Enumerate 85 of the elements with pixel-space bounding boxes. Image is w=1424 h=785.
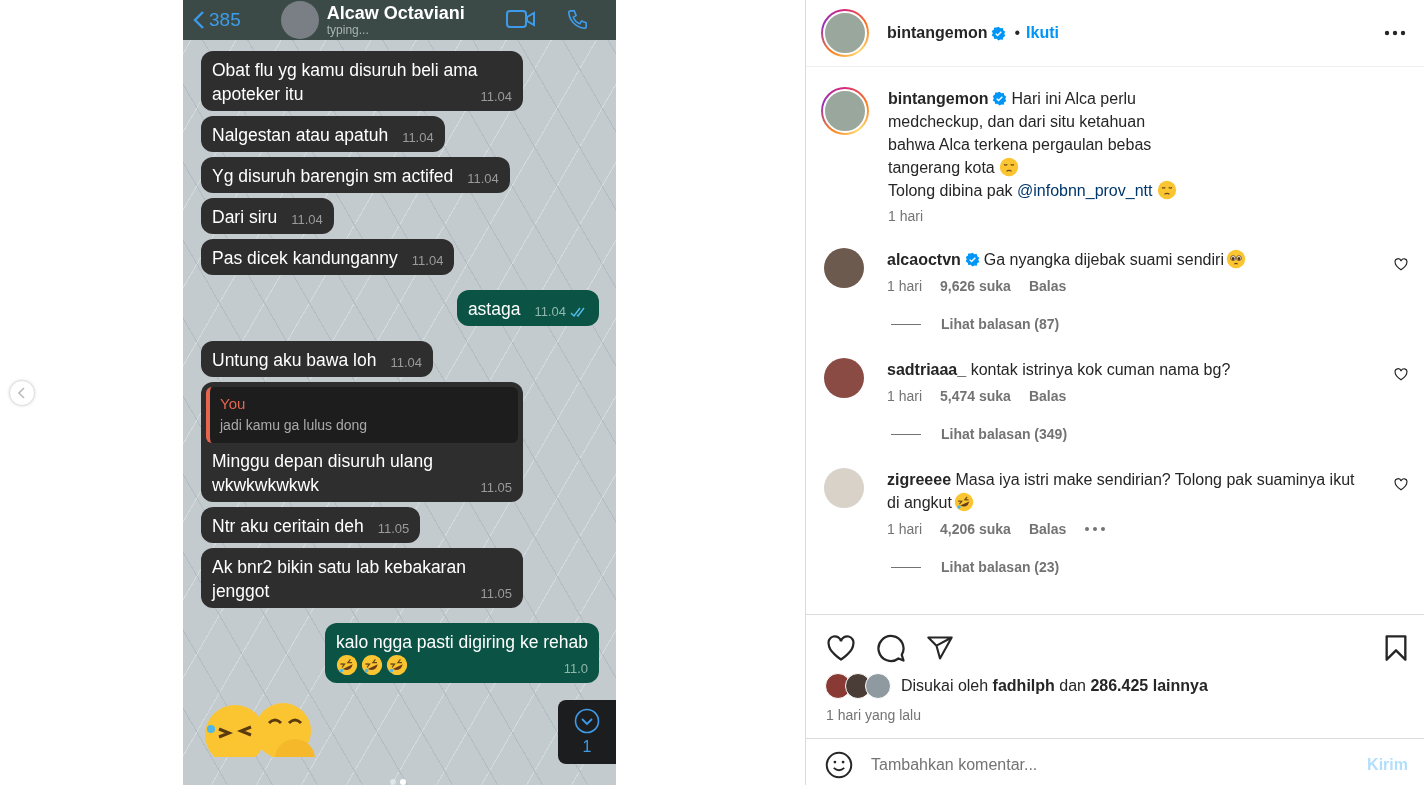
message-time: 11.05 <box>377 521 410 537</box>
message-time: 11.04 <box>402 130 434 146</box>
avatar-photo[interactable] <box>821 87 869 135</box>
chevron-left-icon <box>193 10 205 30</box>
message-text: Obat flu yg kamu disuruh beli ama apoteker itu <box>212 60 478 104</box>
follow-button[interactable]: Ikuti <box>1026 24 1059 42</box>
scroll-down-button[interactable]: 1 <box>558 700 616 764</box>
username-link[interactable]: bintangemon <box>888 90 989 107</box>
message-text: Untung aku bawa loh <box>212 350 377 370</box>
username-link[interactable]: bintangemon <box>887 24 988 42</box>
carousel-dot[interactable] <box>400 779 406 785</box>
view-replies-button[interactable]: Lihat balasan (23) <box>941 559 1060 575</box>
comment-text: sadtriaaa_ kontak istrinya kok cuman nama bg? <box>887 360 1232 380</box>
reply-button[interactable]: Balas <box>1028 278 1067 294</box>
separator-dot: • <box>1014 24 1021 42</box>
heart-icon[interactable] <box>1394 258 1408 271</box>
message-text: Minggu depan disuruh ulang wkwkwkwkwk <box>212 451 433 495</box>
phone-icon[interactable] <box>566 9 588 31</box>
laughing-face-icon <box>953 492 974 512</box>
message-time: 11.04 <box>390 355 422 371</box>
message-text: Dari siru <box>212 207 278 227</box>
like-count[interactable]: 5,474 suka <box>940 388 1011 404</box>
avatar-photo <box>280 1 319 39</box>
caption-text: bintangemon Hari ini Alca perlu medcheckup, dan dari situ ketahuan bahwa Alca terkena pergaulan bebas tangerang kota Tolong dibina pak @infobnn_prov_ntt <box>888 87 1188 202</box>
heart-icon[interactable] <box>1394 368 1408 381</box>
message-text: Pas dicek kandunganny <box>212 248 398 268</box>
message-time: 11.04 <box>534 304 566 320</box>
caption-time: 1 hari <box>888 208 925 224</box>
message-text: Ntr aku ceritain deh <box>212 516 364 536</box>
quote-text: jadi kamu ga lulus dong <box>220 416 369 435</box>
message-time: 11.0 <box>563 661 588 677</box>
sad-face-icon <box>1156 180 1177 200</box>
bookmark-icon[interactable] <box>1384 634 1408 662</box>
laughing-face-icon <box>361 654 383 676</box>
comment-time: 1 hari <box>887 521 923 537</box>
message-text: Nalgestan atau apatuh <box>212 125 389 145</box>
chevron-left-icon <box>18 386 26 399</box>
more-icon[interactable] <box>1384 30 1406 36</box>
comment-time: 1 hari <box>887 278 923 294</box>
laughing-face-icon <box>386 654 408 676</box>
message-text: kalo ngga pasti digiring ke rehab <box>336 632 588 652</box>
liker-avatars <box>825 673 891 699</box>
comment-time: 1 hari <box>887 388 923 404</box>
message-time: 11.04 <box>291 212 323 228</box>
comment-text: alcaoctvn Ga nyangka dijebak suami sendiri <box>887 248 1371 271</box>
chevron-down-icon <box>574 708 600 734</box>
heart-icon[interactable] <box>826 634 856 662</box>
message-time: 11.04 <box>411 253 444 269</box>
username-link[interactable]: alcaoctvn <box>887 251 961 268</box>
carousel-dot[interactable] <box>390 779 396 785</box>
avatar-photo[interactable] <box>821 9 869 57</box>
message-time: 11.05 <box>480 480 512 496</box>
like-count[interactable]: 9,626 suka <box>940 278 1011 294</box>
likes-text[interactable]: Disukai oleh fadhilph dan 286.425 lainnya <box>901 677 1208 695</box>
pleading-face-icon <box>1225 249 1246 269</box>
quote-author: You <box>220 394 247 414</box>
username-link[interactable]: zigreeee <box>887 471 952 488</box>
like-count[interactable]: 4,206 suka <box>940 521 1011 537</box>
view-replies-button[interactable]: Lihat balasan (87) <box>941 316 1060 332</box>
sad-face-icon <box>999 157 1020 177</box>
post-time: 1 hari yang lalu <box>825 706 922 725</box>
message-text: astaga <box>467 299 521 319</box>
avatar-photo[interactable] <box>824 248 864 288</box>
view-replies-button[interactable]: Lihat balasan (349) <box>941 426 1068 442</box>
smiley-icon[interactable] <box>825 751 853 779</box>
heart-icon[interactable] <box>1394 478 1408 491</box>
message-time: 11.05 <box>480 586 512 602</box>
reply-button[interactable]: Balas <box>1028 521 1067 537</box>
laughing-face-icon <box>336 654 358 676</box>
back-button[interactable]: 385 <box>193 9 241 31</box>
video-call-icon[interactable] <box>506 9 536 29</box>
message-time: 11.04 <box>467 171 499 187</box>
contact-status: typing... <box>326 23 370 37</box>
comment-icon[interactable] <box>876 633 906 663</box>
message-time: 11.04 <box>480 89 512 105</box>
message-text: Ak bnr2 bikin satu lab kebakaran jenggot <box>212 557 466 601</box>
comment-text: zigreeee Masa iya istri make sendirian? Tolong pak suaminya ikut di angkut <box>887 470 1356 514</box>
reply-button[interactable]: Balas <box>1028 388 1067 404</box>
message-text: Yg disuruh barengin sm actifed <box>212 166 454 186</box>
contact-name: Alcaw Octaviani <box>326 3 466 23</box>
username-link[interactable]: sadtriaaa_ <box>887 361 967 378</box>
mention-link[interactable]: @infobnn_prov_ntt <box>1017 182 1153 199</box>
quoted-message[interactable]: You jadi kamu ga lulus dong <box>206 387 518 443</box>
send-icon[interactable] <box>926 634 954 662</box>
avatar-photo[interactable] <box>824 358 864 398</box>
